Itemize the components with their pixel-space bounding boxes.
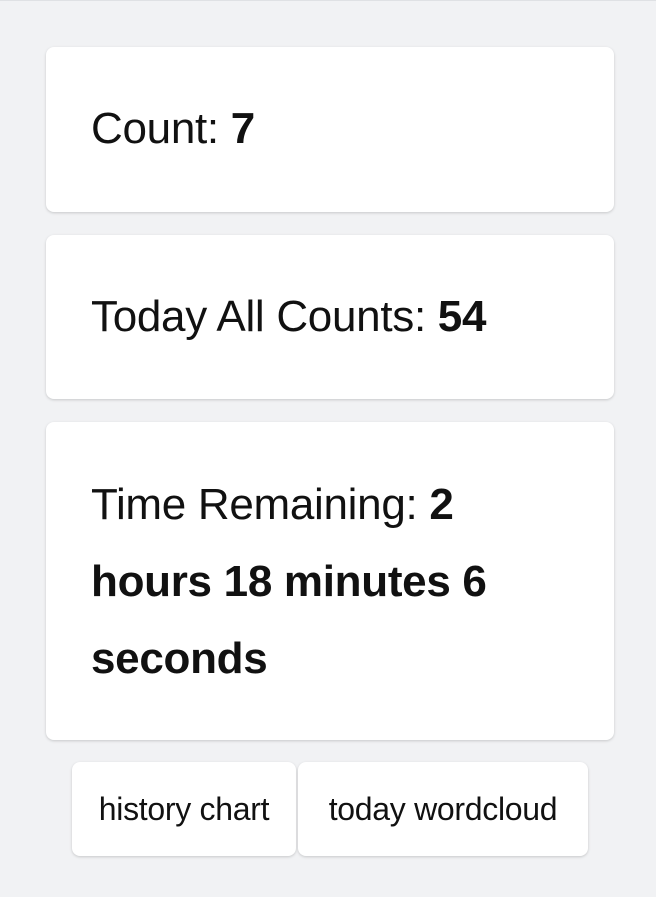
time-remaining-card: Time Remaining: 2 hours 18 minutes 6 sec… (46, 422, 614, 740)
today-all-counts-text: Today All Counts: 54 (91, 278, 574, 355)
today-all-counts-card: Today All Counts: 54 (46, 235, 614, 399)
count-card: Count: 7 (46, 47, 614, 212)
history-chart-button[interactable]: history chart (72, 762, 296, 856)
today-wordcloud-button[interactable]: today wordcloud (298, 762, 588, 856)
top-divider (0, 0, 656, 1)
time-remaining-label: Time Remaining: (91, 480, 430, 529)
time-remaining-text: Time Remaining: 2 hours 18 minutes 6 sec… (91, 466, 574, 697)
count-value: 7 (230, 104, 255, 153)
count-text: Count: 7 (91, 90, 574, 167)
count-label: Count: (91, 104, 231, 153)
today-all-counts-label: Today All Counts: (91, 292, 438, 341)
today-all-counts-value: 54 (437, 292, 487, 341)
